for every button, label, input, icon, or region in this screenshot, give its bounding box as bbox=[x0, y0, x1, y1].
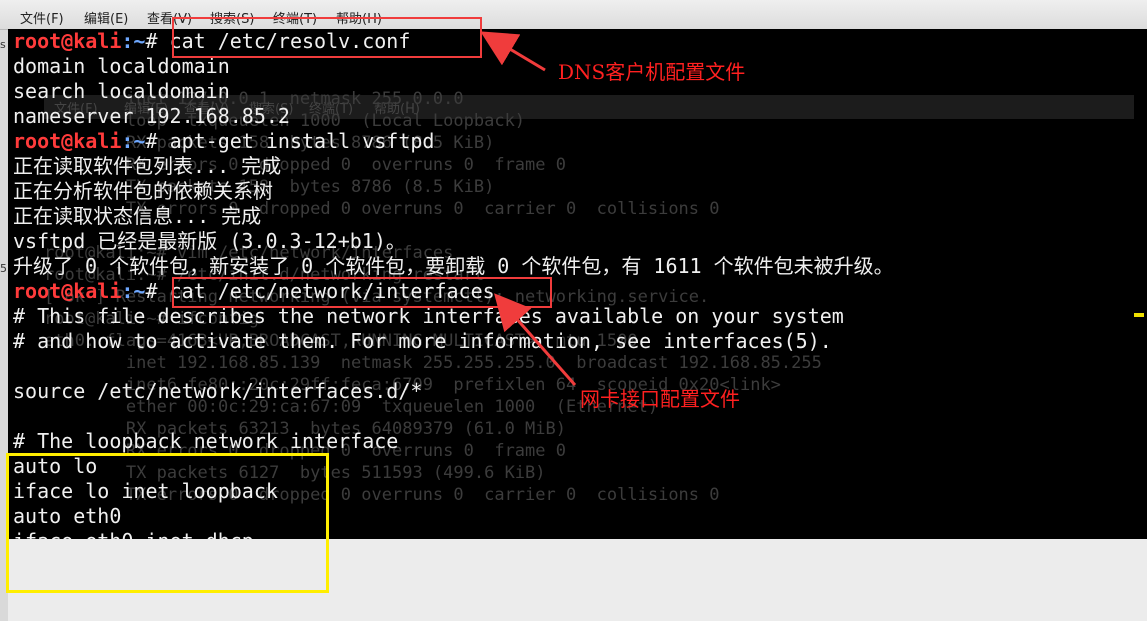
annotation-dns-config: DNS客户机配置文件 bbox=[558, 60, 746, 84]
arrow-to-resolv bbox=[480, 31, 546, 72]
arrow-to-interfaces bbox=[494, 293, 577, 386]
annotation-arrows bbox=[480, 31, 577, 386]
annotation-nic-config: 网卡接口配置文件 bbox=[580, 387, 740, 411]
